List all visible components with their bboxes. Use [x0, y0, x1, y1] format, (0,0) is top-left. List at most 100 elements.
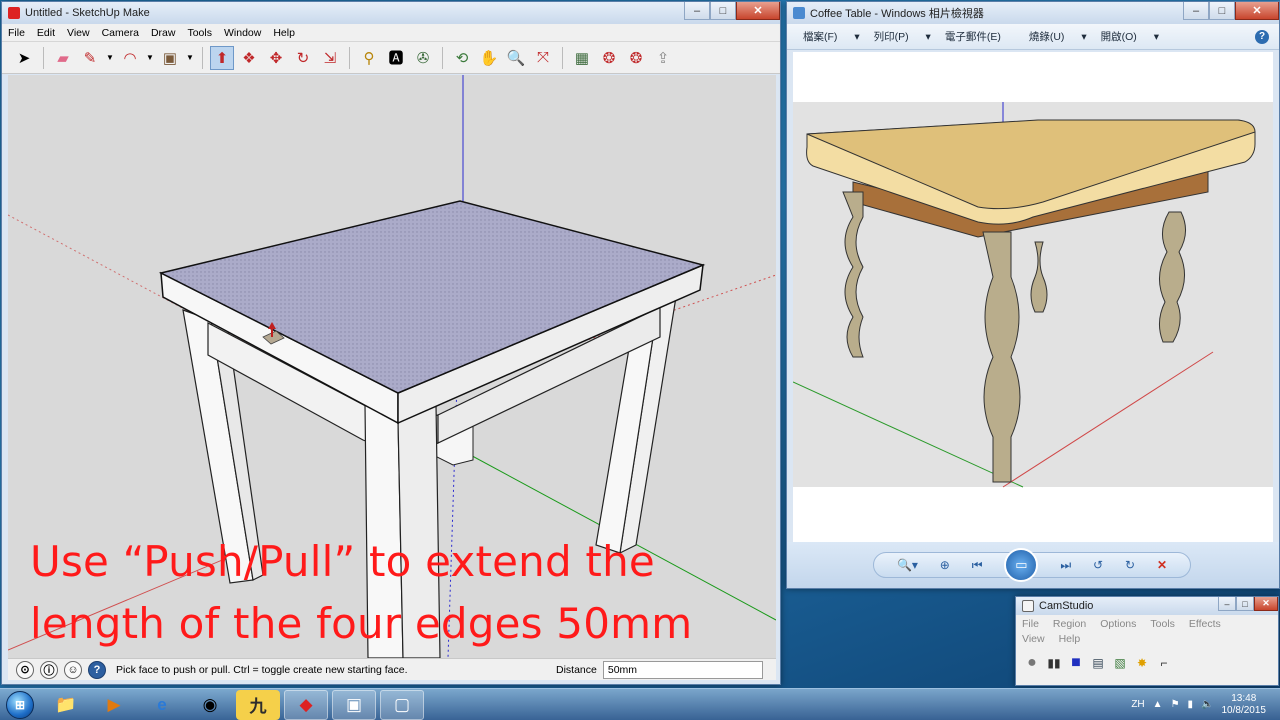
line-tool-dropdown-icon[interactable]: ▼ — [105, 46, 115, 70]
pause-icon[interactable]: ▮▮ — [1046, 655, 1062, 671]
record-icon[interactable]: ● — [1024, 654, 1040, 671]
delete-icon[interactable]: ✕ — [1157, 558, 1167, 572]
menu-tools[interactable]: Tools — [1150, 618, 1175, 633]
offset-tool-icon[interactable]: ❖ — [237, 46, 261, 70]
paint-bucket-tool-icon[interactable]: ✇ — [411, 46, 435, 70]
next-icon[interactable]: ⏭ — [1060, 558, 1071, 573]
menu-open[interactable]: 開啟(O) ▾ — [1101, 29, 1159, 44]
effects-icon[interactable]: ✸ — [1134, 655, 1150, 671]
get-models-icon[interactable]: ❂ — [597, 46, 621, 70]
shape-tool-dropdown-icon[interactable]: ▼ — [185, 46, 195, 70]
action-center-icon[interactable]: ⚑ — [1171, 699, 1180, 710]
app-nine-icon[interactable]: 九 — [236, 689, 280, 720]
menu-help[interactable]: Help — [273, 27, 295, 39]
menu-print[interactable]: 列印(P) ▾ — [874, 29, 931, 44]
maximize-button[interactable]: □ — [1209, 2, 1235, 20]
tape-measure-tool-icon[interactable]: ⚲ — [357, 46, 381, 70]
camstudio-titlebar[interactable]: CamStudio – □ ✕ — [1016, 597, 1278, 615]
internet-explorer-icon[interactable]: e — [140, 690, 184, 720]
stop-icon[interactable]: ■ — [1068, 654, 1084, 671]
slideshow-icon[interactable]: ▭ — [1004, 548, 1039, 582]
photo-viewer-menubar: 檔案(F) ▾ 列印(P) ▾ 電子郵件(E) 燒錄(U) ▾ 開啟(O) ▾ … — [787, 24, 1279, 50]
annotation-icon[interactable]: ▤ — [1090, 655, 1106, 671]
menu-burn[interactable]: 燒錄(U) ▾ — [1029, 29, 1087, 44]
menu-help[interactable]: Help — [1059, 633, 1081, 648]
photo-viewer-taskbar-icon[interactable]: ▣ — [332, 689, 376, 720]
scale-tool-icon[interactable]: ⇲ — [318, 46, 342, 70]
credits-icon[interactable]: ⓘ — [40, 660, 58, 679]
text-tool-icon[interactable]: 🅰 — [384, 46, 408, 70]
media-player-icon[interactable]: ▶ — [92, 690, 136, 720]
menu-view[interactable]: View — [67, 27, 90, 39]
maximize-button[interactable]: □ — [1236, 597, 1254, 611]
menu-tools[interactable]: Tools — [187, 27, 212, 39]
menu-camera[interactable]: Camera — [102, 27, 139, 39]
share-model-icon[interactable]: ❂ — [624, 46, 648, 70]
warehouse-icon[interactable]: ▦ — [570, 46, 594, 70]
geo-location-icon[interactable]: ⊙ — [16, 660, 34, 679]
close-button[interactable]: ✕ — [736, 2, 780, 20]
toolbar-separator — [202, 46, 203, 69]
zoom-extents-tool-icon[interactable]: ⤧ — [531, 46, 555, 70]
chrome-icon[interactable]: ◉ — [188, 690, 232, 720]
user-account-icon[interactable]: ☺ — [64, 660, 82, 679]
photo-viewer-title: Coffee Table - Windows 相片檢視器 — [810, 8, 984, 20]
minimize-button[interactable]: – — [684, 2, 710, 20]
photo-viewer-titlebar[interactable]: Coffee Table - Windows 相片檢視器 – □ ✕ — [787, 2, 1279, 24]
menu-effects[interactable]: Effects — [1189, 618, 1221, 633]
toolbar-separator — [43, 46, 44, 69]
file-explorer-icon[interactable]: 📁 — [44, 690, 88, 720]
rotate-left-icon[interactable]: ↺ — [1093, 558, 1103, 572]
eraser-tool-icon[interactable]: ▰ — [51, 46, 75, 70]
menu-file[interactable]: 檔案(F) ▾ — [803, 29, 860, 44]
menu-options[interactable]: Options — [1100, 618, 1136, 633]
camstudio-taskbar-icon[interactable]: ▢ — [380, 689, 424, 720]
network-icon[interactable]: ▮ — [1188, 699, 1194, 710]
minimize-button[interactable]: – — [1218, 597, 1236, 611]
start-button[interactable]: ⊞ — [0, 689, 40, 720]
rotate-right-icon[interactable]: ↻ — [1125, 558, 1135, 572]
zoom-icon[interactable]: 🔍▾ — [897, 558, 918, 572]
video-options-icon[interactable]: ▧ — [1112, 655, 1128, 671]
clock-time: 13:48 — [1231, 692, 1257, 704]
menu-draw[interactable]: Draw — [151, 27, 176, 39]
language-indicator[interactable]: ZH — [1131, 699, 1144, 710]
menu-email[interactable]: 電子郵件(E) — [945, 29, 1015, 44]
extension-warehouse-icon[interactable]: ⇪ — [651, 46, 675, 70]
move-tool-icon[interactable]: ✥ — [264, 46, 288, 70]
menu-view[interactable]: View — [1022, 633, 1045, 648]
select-tool-icon[interactable]: ➤ — [12, 46, 36, 70]
clock[interactable]: 13:48 10/8/2015 — [1222, 693, 1267, 717]
push-pull-tool-icon[interactable]: ⬆ — [210, 45, 234, 70]
arc-tool-dropdown-icon[interactable]: ▼ — [145, 46, 155, 70]
distance-input[interactable]: 50mm — [602, 660, 763, 679]
menu-edit[interactable]: Edit — [37, 27, 55, 39]
menu-window[interactable]: Window — [224, 27, 261, 39]
rotate-tool-icon[interactable]: ↻ — [291, 46, 315, 70]
photo-viewer-window: Coffee Table - Windows 相片檢視器 – □ ✕ 檔案(F)… — [786, 1, 1280, 589]
menu-file[interactable]: File — [1022, 618, 1039, 633]
tutorial-caption-line1: Use “Push/Pull” to extend the — [30, 537, 655, 586]
instructor-help-icon[interactable]: ? — [88, 660, 106, 679]
arc-tool-icon[interactable]: ◠ — [118, 46, 142, 70]
volume-icon[interactable]: 🔈 — [1201, 699, 1213, 710]
sketchup-titlebar[interactable]: Untitled - SketchUp Make – □ ✕ — [2, 2, 780, 24]
close-button[interactable]: ✕ — [1254, 597, 1278, 611]
maximize-button[interactable]: □ — [710, 2, 736, 20]
sketchup-taskbar-icon[interactable]: ◆ — [284, 689, 328, 720]
close-button[interactable]: ✕ — [1235, 2, 1279, 20]
show-hidden-icons-icon[interactable]: ▲ — [1153, 699, 1163, 710]
help-icon[interactable]: ? — [1255, 29, 1269, 44]
rectangle-tool-icon[interactable]: ▣ — [158, 46, 182, 70]
pencil-line-tool-icon[interactable]: ✎ — [78, 46, 102, 70]
menu-region[interactable]: Region — [1053, 618, 1086, 633]
zoom-tool-icon[interactable]: 🔍 — [504, 46, 528, 70]
orbit-tool-icon[interactable]: ⟲ — [450, 46, 474, 70]
region-icon[interactable]: ⌐ — [1156, 655, 1172, 671]
sketchup-viewport[interactable]: Use “Push/Pull” to extend the length of … — [8, 75, 776, 658]
pan-tool-icon[interactable]: ✋ — [477, 46, 501, 70]
previous-icon[interactable]: ⏮ — [972, 558, 983, 573]
menu-file[interactable]: File — [8, 27, 25, 39]
minimize-button[interactable]: – — [1183, 2, 1209, 20]
actual-size-icon[interactable]: ⊕ — [940, 558, 950, 572]
